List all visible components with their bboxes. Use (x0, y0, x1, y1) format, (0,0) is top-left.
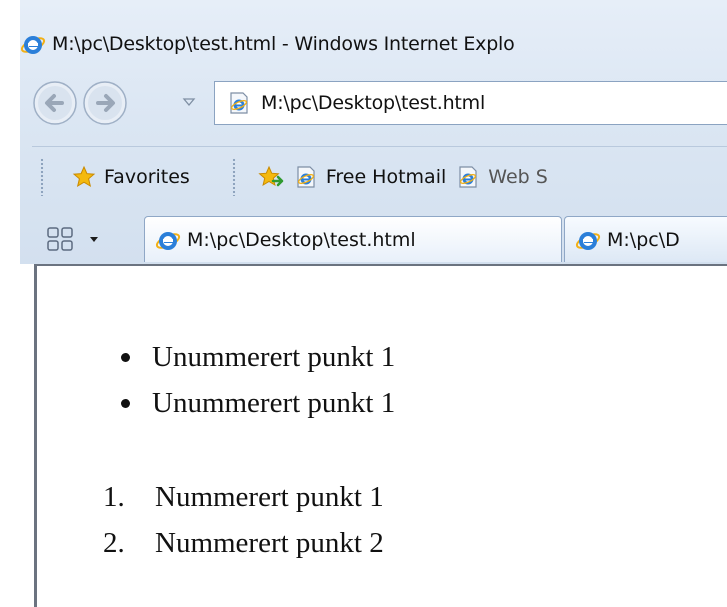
ie-logo-icon (20, 36, 46, 54)
favorites-link-web-slice[interactable]: Web S (456, 165, 548, 189)
list-item: Unummerert punkt 1 (121, 380, 395, 426)
list-item-text: Unummerert punkt 1 (152, 386, 396, 419)
star-icon (72, 165, 96, 188)
favorites-bar: Favorites Free Hotmail Web S (32, 146, 727, 207)
ie-page-icon (230, 92, 248, 114)
ie-logo-icon (155, 231, 181, 250)
favorites-button[interactable]: Favorites (72, 157, 190, 197)
bullet-icon (121, 398, 130, 408)
forward-button[interactable] (82, 80, 128, 126)
tab-label: M:\pc\Desktop\test.html (187, 228, 416, 251)
ie-page-icon (297, 166, 315, 188)
window-title: M:\pc\Desktop\test.html - Windows Intern… (52, 33, 515, 55)
favorites-link-free-hotmail[interactable]: Free Hotmail (294, 165, 446, 189)
list-item: 1. Nummerert punkt 1 (103, 474, 384, 520)
address-bar[interactable]: M:\pc\Desktop\test.html (214, 81, 727, 125)
tab-test-html[interactable]: M:\pc\Desktop\test.html (144, 216, 562, 262)
list-item: Unummerert punkt 1 (121, 334, 395, 380)
quick-tabs-icon[interactable] (46, 226, 74, 252)
address-text: M:\pc\Desktop\test.html (261, 92, 486, 114)
list-number: 1. (103, 480, 125, 513)
toolbar-grip[interactable] (231, 158, 236, 196)
ie-window: M:\pc\Desktop\test.html - Windows Intern… (0, 0, 727, 607)
list-item-text: Unummerert punkt 1 (152, 340, 396, 373)
chevron-down-icon (90, 237, 98, 242)
add-to-favorites-bar-icon[interactable] (258, 165, 284, 189)
list-number: 2. (103, 526, 125, 559)
ie-logo-icon (575, 231, 601, 250)
tab-test-html-2[interactable]: M:\pc\D (564, 216, 727, 262)
unordered-list: Unummerert punkt 1 Unummerert punkt 1 (121, 334, 395, 426)
ie-page-icon (459, 166, 477, 188)
tab-label: M:\pc\D (607, 228, 680, 251)
tab-bar: M:\pc\Desktop\test.html M:\pc\D (32, 212, 727, 264)
recent-pages-dropdown-icon[interactable] (182, 95, 196, 109)
back-button[interactable] (32, 80, 78, 126)
title-bar: M:\pc\Desktop\test.html - Windows Intern… (20, 24, 720, 64)
favorites-label: Favorites (104, 166, 190, 188)
list-item-text: Nummerert punkt 2 (155, 526, 384, 559)
bullet-icon (121, 352, 130, 362)
link-label: Web S (488, 166, 548, 188)
toolbar-grip[interactable] (40, 158, 44, 196)
tab-list-dropdown[interactable] (84, 224, 104, 254)
list-item-text: Nummerert punkt 1 (155, 480, 384, 513)
link-label: Free Hotmail (325, 166, 447, 188)
ordered-list: 1. Nummerert punkt 1 2. Nummerert punkt … (103, 474, 384, 566)
left-edge (0, 0, 20, 607)
list-item: 2. Nummerert punkt 2 (103, 520, 384, 566)
navigation-bar: M:\pc\Desktop\test.html (32, 76, 727, 132)
page-content: Unummerert punkt 1 Unummerert punkt 1 1.… (34, 264, 727, 607)
